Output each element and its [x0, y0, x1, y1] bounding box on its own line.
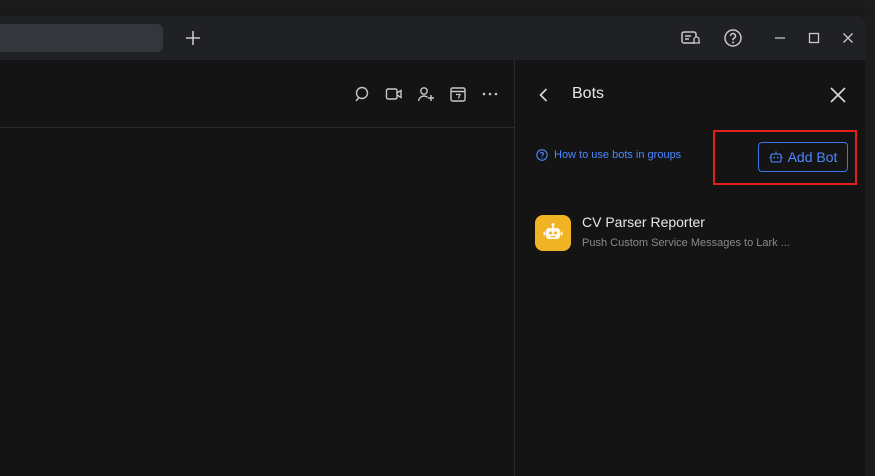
add-bot-label: Add Bot [787, 149, 838, 165]
new-tab-button[interactable] [182, 27, 204, 49]
close-icon [830, 87, 846, 103]
close-icon [843, 33, 853, 43]
search-chat-icon [355, 86, 369, 102]
search-chat-button[interactable] [352, 84, 372, 104]
help-icon [724, 29, 742, 47]
calendar-button[interactable] [448, 84, 468, 104]
chevron-left-icon [539, 88, 548, 102]
help-link-label: How to use bots in groups [554, 149, 682, 161]
plus-icon [186, 31, 200, 45]
search-input[interactable] [0, 24, 163, 52]
help-circle-icon [536, 149, 548, 161]
more-options-button[interactable] [480, 84, 500, 104]
close-panel-button[interactable] [826, 83, 850, 107]
bot-list-item[interactable]: CV Parser Reporter Push Custom Service M… [535, 213, 845, 257]
bot-description: Push Custom Service Messages to Lark ... [582, 237, 790, 249]
help-button[interactable] [722, 27, 744, 49]
bot-name: CV Parser Reporter [582, 214, 705, 230]
back-button[interactable] [533, 84, 555, 106]
bot-avatar [535, 215, 571, 251]
notification-settings-icon [681, 31, 700, 44]
desktop-edge [865, 0, 875, 476]
maximize-button[interactable] [803, 27, 825, 49]
robot-icon [543, 223, 563, 239]
panel-title: Bots [572, 85, 605, 102]
video-call-button[interactable] [384, 84, 404, 104]
app-window: Bots How to use bots in groups Add Bot C… [0, 16, 865, 476]
minimize-button[interactable] [769, 27, 791, 49]
notification-settings-button[interactable] [679, 27, 701, 49]
add-member-button[interactable] [416, 84, 436, 104]
bot-icon [769, 151, 783, 163]
more-icon [482, 92, 498, 96]
help-link[interactable]: How to use bots in groups [536, 149, 681, 161]
chat-header [0, 60, 514, 128]
add-member-icon [417, 87, 434, 102]
maximize-icon [808, 32, 820, 44]
add-bot-button[interactable]: Add Bot [758, 142, 848, 172]
calendar-icon [450, 87, 466, 102]
video-call-icon [385, 88, 402, 100]
bots-panel: Bots How to use bots in groups Add Bot C… [514, 60, 865, 476]
close-window-button[interactable] [837, 27, 859, 49]
chat-message-area [0, 128, 514, 476]
title-bar [0, 16, 865, 60]
minimize-icon [775, 37, 785, 39]
